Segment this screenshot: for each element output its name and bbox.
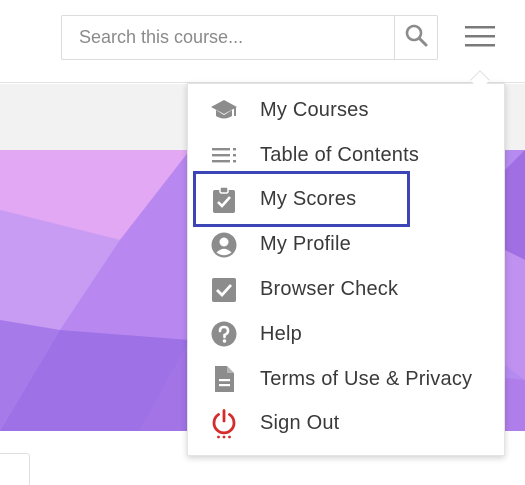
menu-item-label: Sign Out (260, 412, 340, 435)
menu-item-help[interactable]: Help (188, 312, 504, 357)
menu-item-terms-privacy[interactable]: Terms of Use & Privacy (188, 357, 504, 402)
search-icon (404, 23, 428, 52)
menu-item-browser-check[interactable]: Browser Check (188, 267, 504, 312)
menu-item-my-profile[interactable]: My Profile (188, 222, 504, 267)
account-circle-icon (188, 222, 260, 267)
menu-item-label: Help (260, 322, 302, 345)
content-card (0, 453, 30, 485)
menu-item-label: My Courses (260, 98, 369, 121)
search-input[interactable] (62, 16, 394, 59)
top-header (0, 0, 525, 83)
checkbox-icon (188, 267, 260, 312)
menu-item-label: Browser Check (260, 278, 399, 301)
power-icon (188, 402, 260, 447)
hamburger-icon (465, 24, 495, 53)
menu-item-my-scores[interactable]: My Scores (188, 178, 504, 223)
menu-item-table-of-contents[interactable]: Table of Contents (188, 133, 504, 178)
menu-item-sign-out[interactable]: Sign Out (188, 402, 504, 447)
menu-item-label: My Scores (260, 188, 357, 211)
menu-item-my-courses[interactable]: My Courses (188, 88, 504, 133)
search-box (61, 15, 438, 60)
clipboard-check-icon (188, 178, 260, 223)
document-icon (188, 357, 260, 402)
menu-item-label: Table of Contents (260, 143, 420, 166)
menu-item-label: My Profile (260, 233, 351, 256)
menu-item-label: Terms of Use & Privacy (260, 367, 473, 390)
help-circle-icon (188, 312, 260, 357)
search-button[interactable] (394, 16, 437, 59)
menu-button[interactable] (460, 18, 500, 58)
graduation-cap-icon (188, 88, 260, 133)
list-icon (188, 133, 260, 178)
main-menu-dropdown: My Courses Table of Contents My Scores M… (187, 83, 505, 456)
